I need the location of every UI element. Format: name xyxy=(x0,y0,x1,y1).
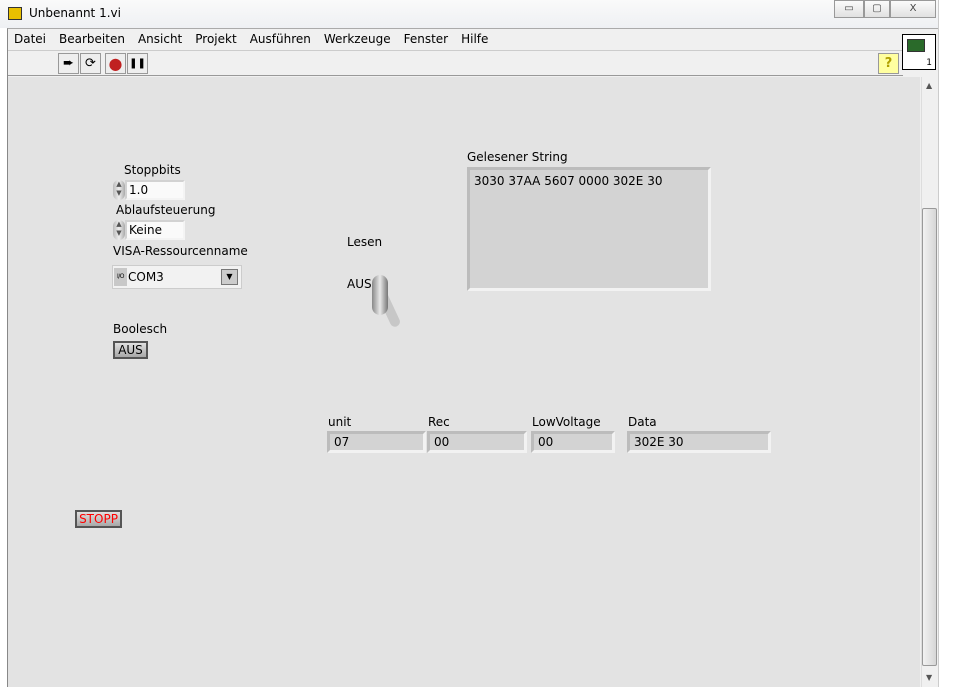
menu-bar: Datei Bearbeiten Ansicht Projekt Ausführ… xyxy=(8,29,903,49)
menu-fenster[interactable]: Fenster xyxy=(398,29,456,49)
labview-vi-icon xyxy=(8,7,22,20)
data-label: Data xyxy=(628,415,657,429)
lesen-toggle-switch[interactable] xyxy=(372,275,388,315)
scrollbar-thumb[interactable] xyxy=(922,208,937,666)
menu-bearbeiten[interactable]: Bearbeiten xyxy=(53,29,132,49)
stopp-button[interactable]: STOPP xyxy=(75,510,122,528)
graph-icon xyxy=(907,39,925,52)
pause-button[interactable]: ❚❚ xyxy=(127,53,148,74)
background-window-edge xyxy=(938,0,953,687)
visa-value: COM3 xyxy=(128,270,164,284)
window-title: Unbenannt 1.vi xyxy=(29,6,121,20)
ablaufsteuerung-stepper[interactable]: ▲ ▼ xyxy=(113,220,125,240)
menu-datei[interactable]: Datei xyxy=(8,29,53,49)
close-button[interactable]: X xyxy=(890,0,936,18)
restore-button[interactable]: ▢ xyxy=(864,0,890,18)
lesen-label: Lesen xyxy=(347,235,383,249)
stoppbits-field[interactable]: 1.0 xyxy=(125,180,185,200)
stoppbits-label: Stoppbits xyxy=(124,163,181,177)
boolesch-button[interactable]: AUS xyxy=(113,341,148,359)
unit-indicator: 07 xyxy=(327,431,426,453)
dropdown-arrow-icon[interactable]: ▼ xyxy=(221,269,238,285)
ablaufsteuerung-field[interactable]: Keine xyxy=(125,220,185,240)
menu-ansicht[interactable]: Ansicht xyxy=(132,29,189,49)
scroll-up-arrow-icon[interactable]: ▲ xyxy=(926,81,932,90)
menu-hilfe[interactable]: Hilfe xyxy=(455,29,495,49)
lowvoltage-label: LowVoltage xyxy=(532,415,601,429)
rec-indicator: 00 xyxy=(427,431,527,453)
io-prefix-icon: I/O xyxy=(114,268,127,286)
boolesch-label: Boolesch xyxy=(113,322,168,336)
minimize-button[interactable]: ▭ xyxy=(834,0,864,18)
data-indicator: 302E 30 xyxy=(627,431,771,453)
scroll-down-arrow-icon[interactable]: ▼ xyxy=(926,673,932,682)
lesen-state-text: AUS xyxy=(347,277,372,291)
menu-projekt[interactable]: Projekt xyxy=(189,29,243,49)
lowvoltage-indicator: 00 xyxy=(531,431,615,453)
menu-werkzeuge[interactable]: Werkzeuge xyxy=(318,29,398,49)
vi-connector-icon[interactable]: 1 xyxy=(902,34,936,70)
rec-label: Rec xyxy=(428,415,450,429)
run-continuously-button[interactable]: ⟳ xyxy=(80,53,101,74)
ablaufsteuerung-label: Ablaufsteuerung xyxy=(116,203,216,217)
run-button[interactable]: ➨ xyxy=(58,53,79,74)
gelesener-string-indicator: 3030 37AA 5607 0000 302E 30 xyxy=(467,167,711,291)
visa-label: VISA-Ressourcenname xyxy=(113,244,248,258)
gelesener-string-label: Gelesener String xyxy=(467,150,568,164)
menu-ausfuehren[interactable]: Ausführen xyxy=(244,29,318,49)
stoppbits-stepper[interactable]: ▲ ▼ xyxy=(113,180,125,200)
abort-button[interactable]: ● xyxy=(105,53,126,74)
visa-resource-select[interactable]: I/O COM3 ▼ xyxy=(112,265,242,289)
unit-label: unit xyxy=(328,415,352,429)
vi-icon-number: 1 xyxy=(926,58,932,68)
title-bar xyxy=(0,0,953,28)
help-button[interactable]: ? xyxy=(878,53,899,74)
